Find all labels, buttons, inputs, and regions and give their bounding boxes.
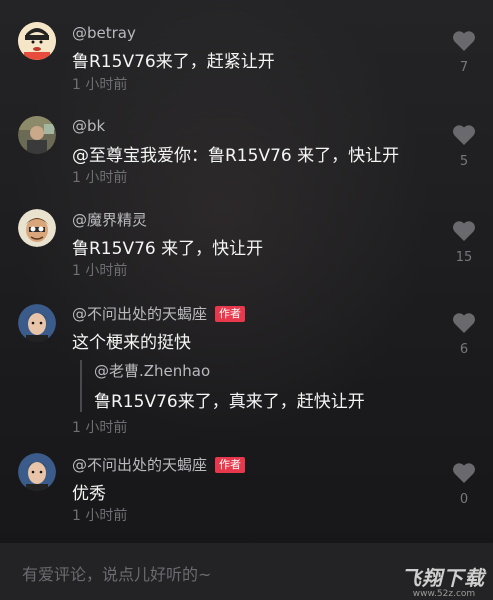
comment-input-placeholder[interactable]: 有爱评论，说点儿好听的~ [22, 561, 211, 585]
watermark-title: 飞翔下载 [401, 566, 485, 590]
comment-username[interactable]: @betray [72, 24, 136, 42]
comment-time: 1 小时前 [72, 263, 128, 279]
avatar[interactable] [18, 209, 56, 247]
avatar[interactable] [18, 22, 56, 60]
author-badge: 作者 [215, 456, 246, 473]
heart-icon [453, 125, 475, 145]
reply-text: 鲁R15V76来了，真来了，赶快让开 [94, 392, 365, 412]
username-text[interactable]: @魔界精灵 [72, 209, 147, 230]
comment-text: 鲁R15V76 来了，快让开 [72, 239, 264, 259]
like-count: 5 [459, 154, 469, 169]
heart-icon [453, 31, 475, 51]
site-watermark-logo: 飞翔下载 www.52z.com [401, 562, 487, 599]
heart-icon [453, 463, 475, 483]
like-button[interactable]: 15 [446, 220, 482, 265]
like-button[interactable]: 5 [446, 124, 482, 169]
avatar[interactable] [18, 116, 56, 154]
heart-icon [453, 313, 475, 333]
comment-text: 优秀 [72, 484, 106, 504]
comment-username[interactable]: @bk [72, 117, 105, 135]
comment-time: 1 小时前 [72, 77, 128, 93]
comment-item[interactable]: @魔界精灵 鲁R15V76 来了，快让开 1 小时前 15 [0, 196, 493, 292]
heart-icon [453, 221, 475, 241]
comment-item[interactable]: @不问出处的天蝎座 作者 这个梗来的挺快 @老曹.Zhenhao 鲁R15V76… [0, 292, 493, 440]
comment-item[interactable]: @betray 鲁R15V76来了，赶紧让开 1 小时前 7 [0, 0, 493, 100]
comment-username[interactable]: @魔界精灵 [72, 209, 147, 230]
like-count: 15 [455, 250, 473, 265]
username-text[interactable]: @不问出处的天蝎座 [72, 454, 207, 475]
comment-username[interactable]: @不问出处的天蝎座 作者 [72, 454, 246, 475]
like-button[interactable]: 7 [446, 30, 482, 75]
comment-text: 鲁R15V76来了，赶紧让开 [72, 52, 275, 72]
like-count: 6 [459, 342, 469, 357]
username-text[interactable]: @不问出处的天蝎座 [72, 303, 207, 324]
watermark-url: www.52z.com [412, 589, 476, 599]
reply-username[interactable]: @老曹.Zhenhao [94, 360, 365, 381]
comment-item[interactable]: @bk @至尊宝我爱你：鲁R15V76 来了，快让开 1 小时前 5 [0, 100, 493, 196]
like-count: 0 [459, 492, 469, 507]
avatar[interactable] [18, 453, 56, 491]
comment-text: 这个梗来的挺快 [72, 333, 191, 353]
author-badge: 作者 [215, 305, 246, 322]
like-button[interactable]: 0 [446, 462, 482, 507]
avatar[interactable] [18, 304, 56, 342]
username-text[interactable]: @betray [72, 24, 136, 42]
comment-username[interactable]: @不问出处的天蝎座 作者 [72, 303, 246, 324]
like-count: 7 [459, 60, 469, 75]
like-button[interactable]: 6 [446, 312, 482, 357]
comment-time: 1 小时前 [72, 508, 128, 524]
comment-time: 1 小时前 [72, 170, 128, 186]
quoted-reply[interactable]: @老曹.Zhenhao 鲁R15V76来了，真来了，赶快让开 [80, 360, 365, 412]
comment-item[interactable]: @不问出处的天蝎座 作者 优秀 1 小时前 0 [0, 440, 493, 540]
comment-text: @至尊宝我爱你：鲁R15V76 来了，快让开 [72, 146, 400, 166]
username-text[interactable]: @bk [72, 117, 105, 135]
comment-time: 1 小时前 [72, 420, 128, 436]
